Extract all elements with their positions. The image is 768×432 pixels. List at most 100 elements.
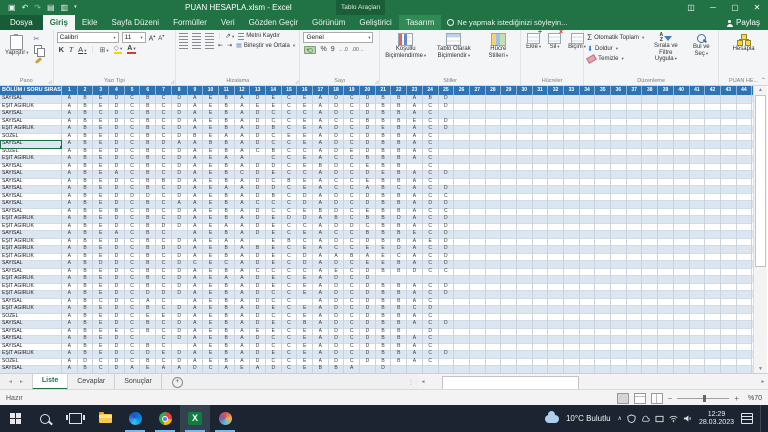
column-header[interactable]: 26 — [454, 86, 470, 95]
ribbon-tab-görünüm[interactable]: Görünüm — [305, 15, 352, 30]
next-sheet-icon[interactable]: ► — [19, 379, 24, 385]
answer-cell[interactable] — [517, 365, 533, 373]
ribbon-tab-formüller[interactable]: Formüller — [166, 15, 214, 30]
align-top-icon[interactable] — [179, 33, 188, 40]
sheet-tab-liste[interactable]: Liste — [32, 374, 68, 390]
taskbar-clock[interactable]: 12:29 28.03.2023 — [699, 411, 734, 427]
answer-cell[interactable] — [705, 365, 721, 373]
answer-cell[interactable] — [454, 365, 470, 373]
chrome-button[interactable] — [150, 405, 180, 432]
sheet-tab-sonuçlar[interactable]: Sonuçlar — [115, 374, 162, 390]
scroll-down-icon[interactable]: ▼ — [758, 365, 763, 373]
column-header[interactable]: 16 — [297, 86, 313, 95]
page-layout-view-icon[interactable] — [634, 393, 646, 404]
column-header[interactable]: 38 — [642, 86, 658, 95]
column-header[interactable]: 20 — [360, 86, 376, 95]
horizontal-scrollbar[interactable]: ⋮ ◄ ► — [408, 374, 768, 390]
dialog-launcher-icon[interactable]: ◿ — [295, 79, 298, 84]
answer-cell[interactable] — [674, 365, 690, 373]
percent-icon[interactable]: % — [320, 46, 326, 53]
ribbon-display-options-icon[interactable]: ◫ — [680, 0, 702, 15]
column-header[interactable]: 13 — [250, 86, 266, 95]
column-header[interactable]: 10 — [203, 86, 219, 95]
show-desktop-button[interactable] — [760, 405, 764, 432]
answer-cell[interactable] — [501, 365, 517, 373]
table-header-label-cell[interactable]: BÖLÜM / SORU SIRASI — [0, 86, 62, 95]
paste-button[interactable]: Yapıştır — [3, 32, 31, 76]
ribbon-tab-sayfa-düzeni[interactable]: Sayfa Düzeni — [104, 15, 166, 30]
column-header[interactable]: 33 — [564, 86, 580, 95]
answer-cell[interactable]: C — [203, 365, 219, 373]
zoom-slider-thumb[interactable] — [703, 395, 706, 402]
add-sheet-button[interactable]: + — [172, 377, 183, 388]
increase-font-icon[interactable]: A — [149, 33, 156, 42]
answer-cell[interactable] — [548, 365, 564, 373]
dialog-launcher-icon[interactable]: ◿ — [375, 79, 378, 84]
column-header[interactable]: 35 — [595, 86, 611, 95]
column-header[interactable]: 3 — [93, 86, 109, 95]
horizontal-scroll-track[interactable] — [428, 374, 758, 390]
answer-cell[interactable]: B — [313, 365, 329, 373]
column-header[interactable]: 39 — [658, 86, 674, 95]
column-header[interactable]: 41 — [690, 86, 706, 95]
prev-sheet-icon[interactable]: ◄ — [8, 379, 13, 385]
taskbar-search-button[interactable] — [30, 405, 60, 432]
answer-cell[interactable]: E — [235, 365, 251, 373]
column-header[interactable]: 17 — [313, 86, 329, 95]
answer-cell[interactable] — [580, 365, 596, 373]
decrease-indent-icon[interactable]: ⇤ — [218, 42, 223, 49]
answer-cell[interactable] — [391, 365, 407, 373]
graphics-app-button[interactable] — [210, 405, 240, 432]
italic-icon[interactable]: T — [69, 45, 73, 54]
column-header[interactable]: 23 — [407, 86, 423, 95]
merge-center-button[interactable]: ▦Birleştir ve Ortala — [236, 42, 295, 49]
answer-cell[interactable]: C — [282, 365, 298, 373]
column-header[interactable]: 7 — [156, 86, 172, 95]
fill-button[interactable]: ⬇Doldur — [587, 45, 644, 53]
zoom-out-icon[interactable]: − — [668, 394, 673, 403]
column-header[interactable]: 5 — [125, 86, 141, 95]
scroll-left-icon[interactable]: ◄ — [418, 374, 428, 390]
zoom-in-icon[interactable]: + — [734, 394, 739, 403]
save-icon[interactable]: ▣ — [8, 0, 16, 15]
document-icon[interactable]: ▤ — [47, 0, 55, 15]
undo-icon[interactable]: ↶ — [22, 0, 29, 15]
answer-cell[interactable]: A — [219, 365, 235, 373]
tell-me-box[interactable]: Ne yapmak istediğinizi söyleyin... — [441, 15, 573, 30]
align-left-icon[interactable] — [179, 42, 188, 49]
increase-indent-icon[interactable]: ⇥ — [227, 42, 232, 49]
scrollbar-splitter[interactable]: ⋮ — [408, 379, 415, 386]
answer-cell[interactable] — [439, 365, 455, 373]
onedrive-cloud-icon[interactable] — [641, 414, 650, 423]
sort-filter-button[interactable]: AZ Sırala ve Filtre Uygula — [647, 32, 684, 76]
shield-icon[interactable] — [627, 414, 636, 423]
answer-cell[interactable] — [423, 365, 439, 373]
currency-icon[interactable] — [304, 46, 316, 54]
tray-chevron-icon[interactable]: ∧ — [618, 415, 622, 422]
answer-cell[interactable] — [470, 365, 486, 373]
excel-button[interactable]: X — [180, 405, 210, 432]
answer-cell[interactable]: A — [250, 365, 266, 373]
answer-cell[interactable]: D — [109, 365, 125, 373]
answer-cell[interactable]: D — [188, 365, 204, 373]
answer-cell[interactable] — [486, 365, 502, 373]
column-header[interactable]: 1 — [62, 86, 78, 95]
edge-button[interactable] — [120, 405, 150, 432]
column-header[interactable]: 32 — [548, 86, 564, 95]
answer-cell[interactable]: A — [156, 365, 172, 373]
insert-cells-button[interactable]: Ekle — [524, 32, 543, 76]
answer-cell[interactable]: A — [125, 365, 141, 373]
volume-icon[interactable] — [683, 414, 692, 423]
answer-cell[interactable] — [627, 365, 643, 373]
borders-icon[interactable]: ⊞ — [99, 46, 108, 54]
conditional-formatting-button[interactable]: Koşullu Biçimlendirme — [383, 32, 428, 76]
cut-icon[interactable]: ✂ — [34, 35, 42, 43]
vertical-scroll-thumb[interactable] — [755, 95, 766, 267]
align-bottom-icon[interactable] — [205, 33, 214, 40]
dialog-launcher-icon[interactable]: ◿ — [171, 79, 174, 84]
action-center-icon[interactable] — [741, 413, 753, 424]
wrap-text-button[interactable]: Metni Kaydır — [238, 33, 280, 40]
answer-cell[interactable] — [721, 365, 737, 373]
answer-cell[interactable] — [595, 365, 611, 373]
answer-cell[interactable]: D — [376, 365, 392, 373]
